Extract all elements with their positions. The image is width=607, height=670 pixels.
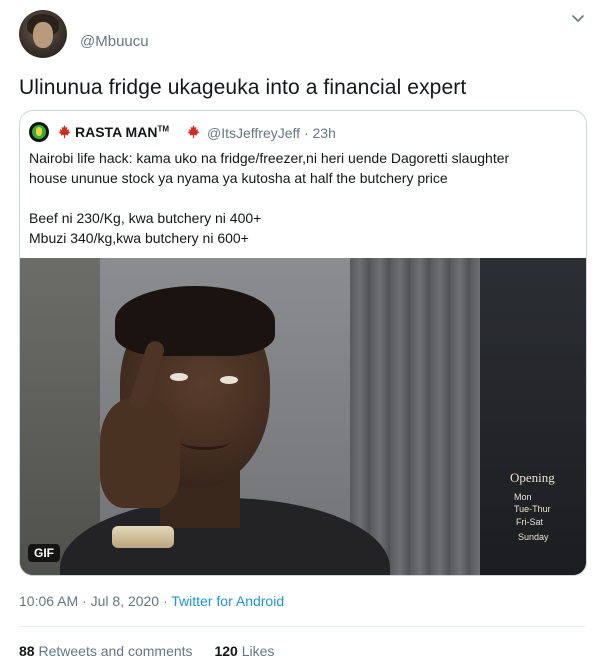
quoted-line: Beef ni 230/Kg, kwa butchery ni 400+ <box>29 210 262 226</box>
likes-label: Likes <box>241 643 275 659</box>
person-eye <box>170 373 188 381</box>
sign-day: Tue-Thur <box>514 504 551 514</box>
person-smile <box>180 433 230 450</box>
person-eye <box>220 376 238 384</box>
author-handle[interactable]: @Mbuucu <box>80 33 149 50</box>
sign-day: Fri-Sat <box>516 517 543 527</box>
person-watch <box>112 526 174 548</box>
background-pillar <box>350 258 480 575</box>
retweets-label: Retweets and comments <box>38 643 193 659</box>
trademark-mark: TM <box>157 124 169 134</box>
tweet-text: Ulinunua fridge ukageuka into a financia… <box>19 76 467 99</box>
likes-stat[interactable]: 120 Likes <box>214 643 274 659</box>
avatar-dot <box>36 127 42 136</box>
shop-sign: Opening Mon Tue-Thur Fri-Sat Sunday <box>510 470 555 542</box>
quoted-avatar[interactable] <box>29 122 49 142</box>
quoted-handle-time[interactable]: @ItsJeffreyJeff · 23h <box>207 125 336 141</box>
timestamp-text[interactable]: 10:06 AM · Jul 8, 2020 · <box>19 593 171 609</box>
maple-leaf-icon <box>187 124 200 139</box>
retweets-stat[interactable]: 88 Retweets and comments <box>19 643 193 659</box>
sign-day: Mon <box>514 492 532 502</box>
quoted-line: Nairobi life hack: kama uko na fridge/fr… <box>29 150 510 166</box>
quoted-name-text: RASTA MAN <box>75 124 158 140</box>
maple-leaf-icon <box>58 124 71 139</box>
sign-day: Sunday <box>518 532 549 542</box>
divider <box>19 626 585 627</box>
person-hand <box>100 398 180 508</box>
quoted-display-name[interactable]: RASTA MANTM <box>75 124 169 140</box>
author-avatar[interactable] <box>19 10 67 58</box>
retweets-count: 88 <box>19 643 35 659</box>
tweet-stats: 88 Retweets and comments 120 Likes <box>19 643 274 659</box>
quoted-tweet[interactable]: RASTA MANTM @ItsJeffreyJeff · 23h Nairob… <box>19 110 587 576</box>
quoted-line: Mbuzi 340/kg,kwa butchery ni 600+ <box>29 230 249 246</box>
gif-media[interactable]: Opening Mon Tue-Thur Fri-Sat Sunday GIF <box>20 258 586 575</box>
source-link[interactable]: Twitter for Android <box>171 593 284 609</box>
person-hair <box>115 286 275 356</box>
quoted-text: Nairobi life hack: kama uko na fridge/fr… <box>29 148 577 248</box>
sign-open: Opening <box>510 470 555 485</box>
quoted-line: house ununue stock ya nyama ya kutosha a… <box>29 170 448 186</box>
avatar-face <box>33 22 53 48</box>
chevron-down-icon[interactable] <box>570 10 586 26</box>
likes-count: 120 <box>214 643 238 659</box>
gif-badge: GIF <box>28 544 60 562</box>
tweet-timestamp: 10:06 AM · Jul 8, 2020 · Twitter for And… <box>19 593 284 609</box>
tweet: @Mbuucu Ulinunua fridge ukageuka into a … <box>0 0 607 670</box>
